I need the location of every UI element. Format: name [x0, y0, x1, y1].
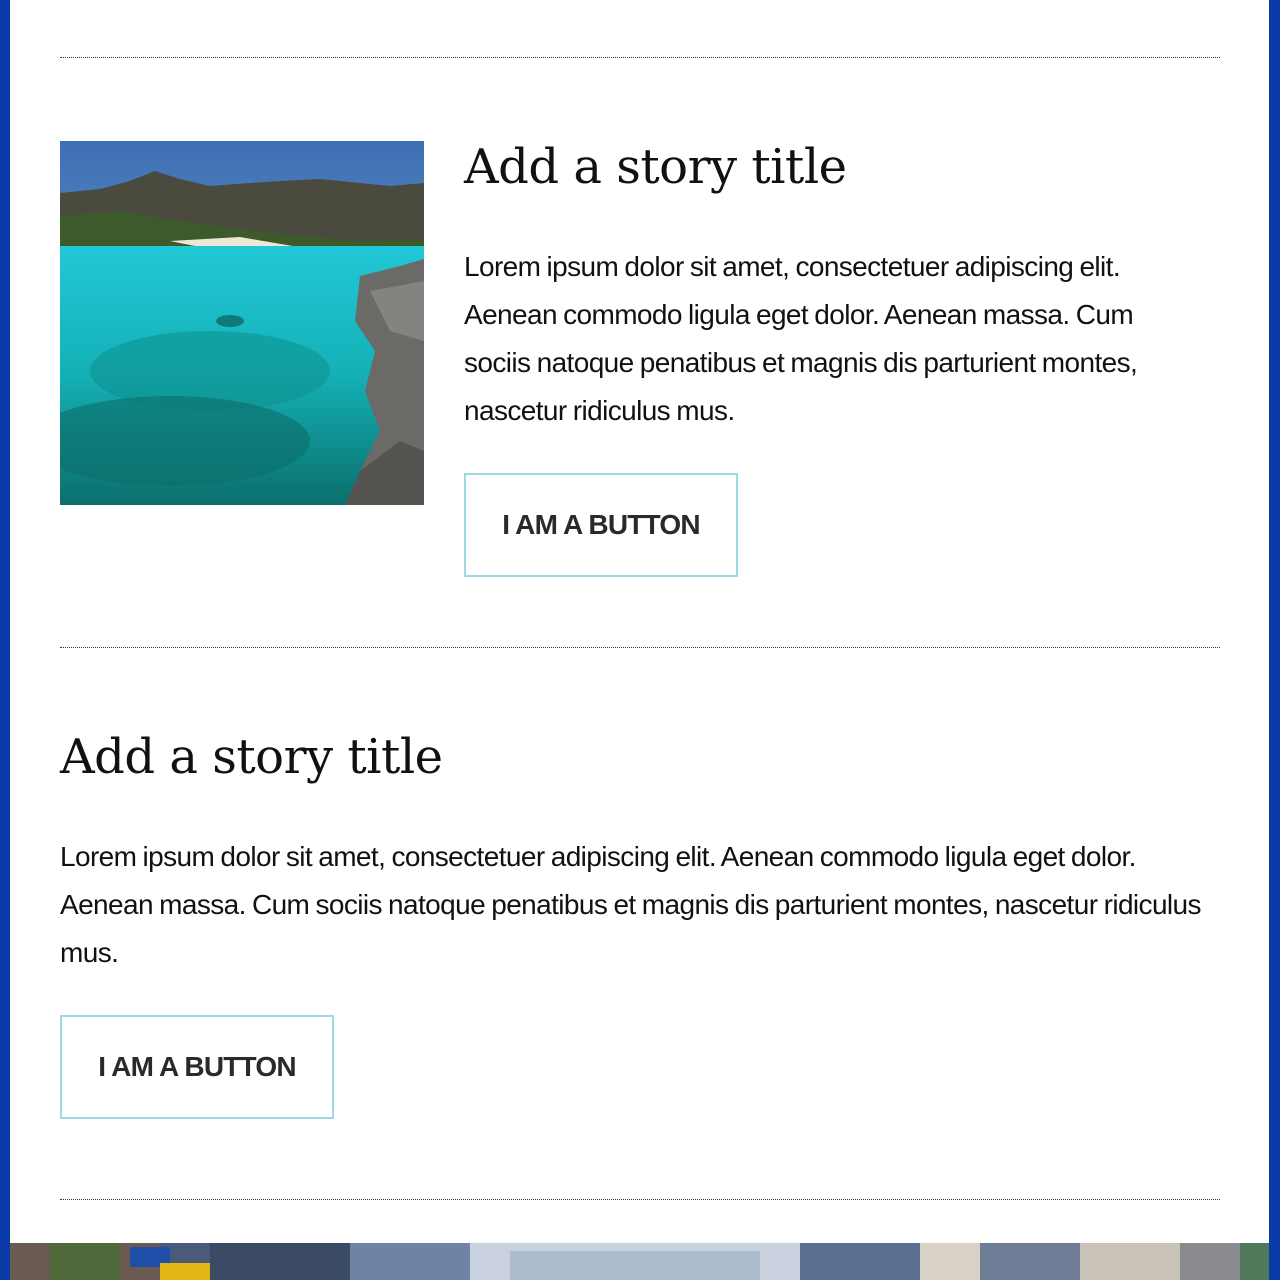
aerial-photo-banner [10, 1243, 1269, 1280]
email-content-frame: Add a story title Lorem ipsum dolor sit … [10, 0, 1269, 1280]
story-body-text: Lorem ipsum dolor sit amet, consectetuer… [464, 251, 1138, 426]
story-cta-button[interactable]: I AM A BUTTON [464, 473, 738, 577]
story-cta-button[interactable]: I AM A BUTTON [60, 1015, 334, 1119]
section-divider [60, 57, 1220, 58]
section-divider [60, 647, 1220, 648]
section-divider [60, 1199, 1220, 1200]
story-title: Add a story title [60, 729, 443, 785]
beach-photo [60, 141, 424, 505]
story-title: Add a story title [464, 139, 847, 195]
story-body-text: Lorem ipsum dolor sit amet, consectetuer… [60, 841, 1202, 968]
